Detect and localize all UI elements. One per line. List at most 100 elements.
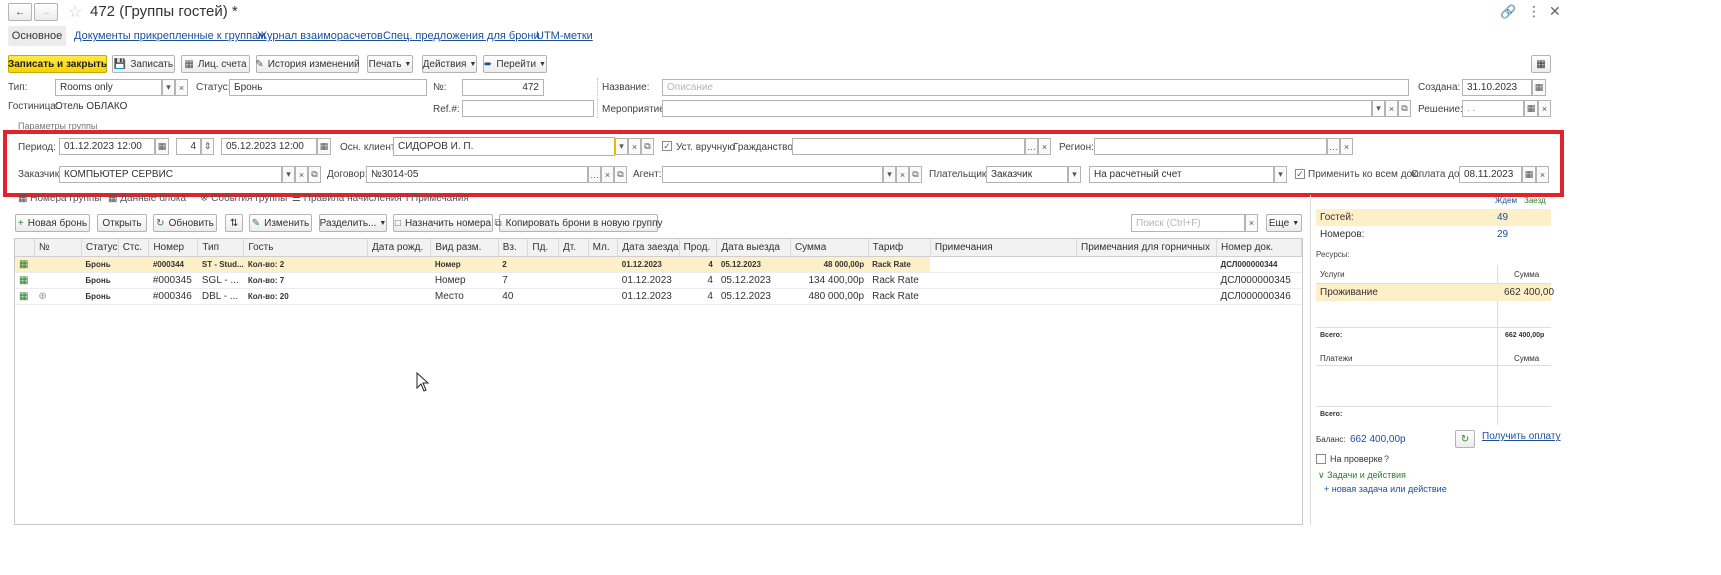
period-from-field[interactable]: 01.12.2023 12:00 bbox=[59, 138, 155, 155]
col-tariff[interactable]: Тариф bbox=[868, 239, 931, 257]
col-checkin[interactable]: Дата заезда bbox=[617, 239, 680, 257]
back-button[interactable]: ← bbox=[8, 3, 32, 21]
select-icon[interactable]: … bbox=[588, 166, 601, 183]
col-checkout[interactable]: Дата выезда bbox=[716, 239, 791, 257]
open-icon[interactable]: ⧉ bbox=[1398, 100, 1411, 117]
col-doc[interactable]: Номер док. bbox=[1216, 239, 1302, 257]
select-icon[interactable]: … bbox=[1327, 138, 1340, 155]
settings-icon[interactable]: ▦ bbox=[1531, 55, 1551, 73]
clear-icon[interactable]: × bbox=[601, 166, 614, 183]
col-type[interactable]: Тип bbox=[197, 239, 245, 257]
copy-bookings-button[interactable]: ⧉ Копировать брони в новую группу bbox=[495, 214, 663, 232]
split-button[interactable]: Разделить... ▼ bbox=[319, 214, 387, 232]
clear-icon[interactable]: × bbox=[628, 138, 641, 155]
close-icon[interactable]: ✕ bbox=[1549, 3, 1561, 20]
col-sum[interactable]: Сумма bbox=[790, 239, 869, 257]
refresh-icon[interactable]: ↻ bbox=[1455, 430, 1475, 448]
calendar-icon[interactable]: ▦ bbox=[1522, 166, 1536, 183]
customer-field[interactable]: КОМПЬЮТЕР СЕРВИС bbox=[59, 166, 282, 183]
accounts-button[interactable]: ▦ Лиц. счета bbox=[181, 55, 250, 73]
sort-icon[interactable]: ⇅ bbox=[225, 214, 243, 232]
calendar-icon[interactable]: ▦ bbox=[155, 138, 169, 155]
help-icon[interactable]: ? bbox=[1384, 454, 1389, 464]
actions-button[interactable]: Действия ▼ bbox=[422, 55, 477, 73]
clear-icon[interactable]: × bbox=[1538, 100, 1551, 117]
clear-icon[interactable]: × bbox=[1038, 138, 1051, 155]
tab-block-data[interactable]: ▦ Данные блока bbox=[108, 193, 186, 207]
more-vert-icon[interactable]: ⋮ bbox=[1527, 3, 1541, 20]
tab-journal[interactable]: Журнал взаиморасчетов bbox=[257, 30, 383, 42]
tab-utm[interactable]: UTM-метки bbox=[536, 30, 593, 42]
citizenship-field[interactable] bbox=[792, 138, 1025, 155]
tab-main[interactable]: Основное bbox=[8, 26, 66, 46]
goto-button[interactable]: ➨ Перейти ▼ bbox=[483, 55, 547, 73]
dropdown-icon[interactable]: ▾ bbox=[1372, 100, 1385, 117]
agent-field[interactable] bbox=[662, 166, 883, 183]
tasks-section[interactable]: ∨ Задачи и действия bbox=[1318, 470, 1406, 481]
more-button[interactable]: Еще ▼ bbox=[1266, 214, 1302, 232]
open-icon[interactable]: ⧉ bbox=[614, 166, 627, 183]
dropdown-icon[interactable]: ▾ bbox=[162, 79, 175, 96]
decision-field[interactable]: . . bbox=[1462, 100, 1524, 117]
tab-notes[interactable]: i Примечания bbox=[406, 193, 469, 207]
dropdown-icon[interactable]: ▾ bbox=[282, 166, 295, 183]
payer-field[interactable]: Заказчик bbox=[986, 166, 1068, 183]
table-row[interactable]: ▦ Бронь #000344 ST - Stud... Кол-во: 2 Н… bbox=[15, 256, 1302, 273]
period-to-field[interactable]: 05.12.2023 12:00 bbox=[221, 138, 317, 155]
get-payment-link[interactable]: Получить оплату bbox=[1482, 431, 1561, 442]
star-icon[interactable]: ☆ bbox=[68, 2, 82, 22]
contract-field[interactable]: №3014-05 bbox=[366, 166, 588, 183]
history-button[interactable]: ✎ История изменений bbox=[255, 55, 360, 73]
expand-icon[interactable]: ⊕ bbox=[34, 288, 82, 305]
tab-charge-rules[interactable]: ☰ Правила начисления bbox=[292, 193, 402, 207]
open-icon[interactable]: ⧉ bbox=[308, 166, 321, 183]
col-notes[interactable]: Примечания bbox=[930, 239, 1078, 257]
check-checkbox[interactable] bbox=[1316, 454, 1326, 464]
open-icon[interactable]: ⧉ bbox=[909, 166, 922, 183]
dropdown-icon[interactable]: ▾ bbox=[615, 138, 628, 155]
open-icon[interactable]: ⧉ bbox=[641, 138, 654, 155]
link-icon[interactable]: 🔗 bbox=[1500, 4, 1516, 20]
print-button[interactable]: Печать ▼ bbox=[367, 55, 413, 73]
nights-field[interactable]: 4 bbox=[176, 138, 201, 155]
col-teens[interactable]: Пд. bbox=[527, 239, 560, 257]
tab-documents[interactable]: Документы прикрепленные к группам bbox=[74, 30, 266, 42]
name-field[interactable]: Описание bbox=[662, 79, 1409, 96]
col-infants[interactable]: Мл. bbox=[588, 239, 619, 257]
calendar-icon[interactable]: ▦ bbox=[1532, 79, 1546, 96]
col-adults[interactable]: Вз. bbox=[498, 239, 529, 257]
tab-special-offers[interactable]: Спец. предложения для брони bbox=[383, 30, 540, 42]
payment-method-field[interactable]: На расчетный счет bbox=[1089, 166, 1274, 183]
stepper-icon[interactable]: ⇕ bbox=[201, 138, 214, 155]
open-button[interactable]: Открыть bbox=[97, 214, 147, 232]
select-icon[interactable]: … bbox=[1025, 138, 1038, 155]
client-field[interactable]: СИДОРОВ И. П. bbox=[393, 137, 615, 156]
calendar-icon[interactable]: ▦ bbox=[317, 138, 331, 155]
save-close-button[interactable]: Записать и закрыть bbox=[8, 55, 107, 73]
created-field[interactable]: 31.10.2023 bbox=[1462, 79, 1532, 96]
apply-all-checkbox[interactable]: ✓ bbox=[1295, 169, 1305, 179]
manual-checkbox[interactable]: ✓ bbox=[662, 141, 672, 151]
region-field[interactable] bbox=[1094, 138, 1327, 155]
table-row[interactable]: ▦ ⊕ Бронь #000346 DBL - ... Кол-во: 20 М… bbox=[15, 288, 1302, 305]
status-field[interactable]: Бронь bbox=[229, 79, 427, 96]
dropdown-icon[interactable]: ▾ bbox=[1274, 166, 1287, 183]
col-number[interactable]: № bbox=[34, 239, 82, 257]
clear-icon[interactable]: × bbox=[295, 166, 308, 183]
col-nights[interactable]: Прод. bbox=[679, 239, 718, 257]
pay-until-field[interactable]: 08.11.2023 bbox=[1459, 166, 1522, 183]
number-field[interactable]: 472 bbox=[462, 79, 544, 96]
clear-icon[interactable]: × bbox=[175, 79, 188, 96]
clear-icon[interactable]: × bbox=[1340, 138, 1353, 155]
clear-icon[interactable]: × bbox=[1245, 214, 1258, 232]
clear-icon[interactable]: × bbox=[1385, 100, 1398, 117]
search-input[interactable]: Поиск (Ctrl+F) bbox=[1131, 214, 1245, 232]
dropdown-icon[interactable]: ▾ bbox=[883, 166, 896, 183]
dropdown-icon[interactable]: ▾ bbox=[1068, 166, 1081, 183]
assign-rooms-button[interactable]: □ Назначить номера bbox=[393, 214, 493, 232]
col-status[interactable]: Статус bbox=[81, 239, 119, 257]
save-button[interactable]: 💾 Записать bbox=[112, 55, 175, 73]
forward-button[interactable]: → bbox=[34, 3, 58, 21]
col-maid-notes[interactable]: Примечания для горничных bbox=[1076, 239, 1218, 257]
tab-group-events[interactable]: ※ События группы bbox=[200, 193, 287, 207]
